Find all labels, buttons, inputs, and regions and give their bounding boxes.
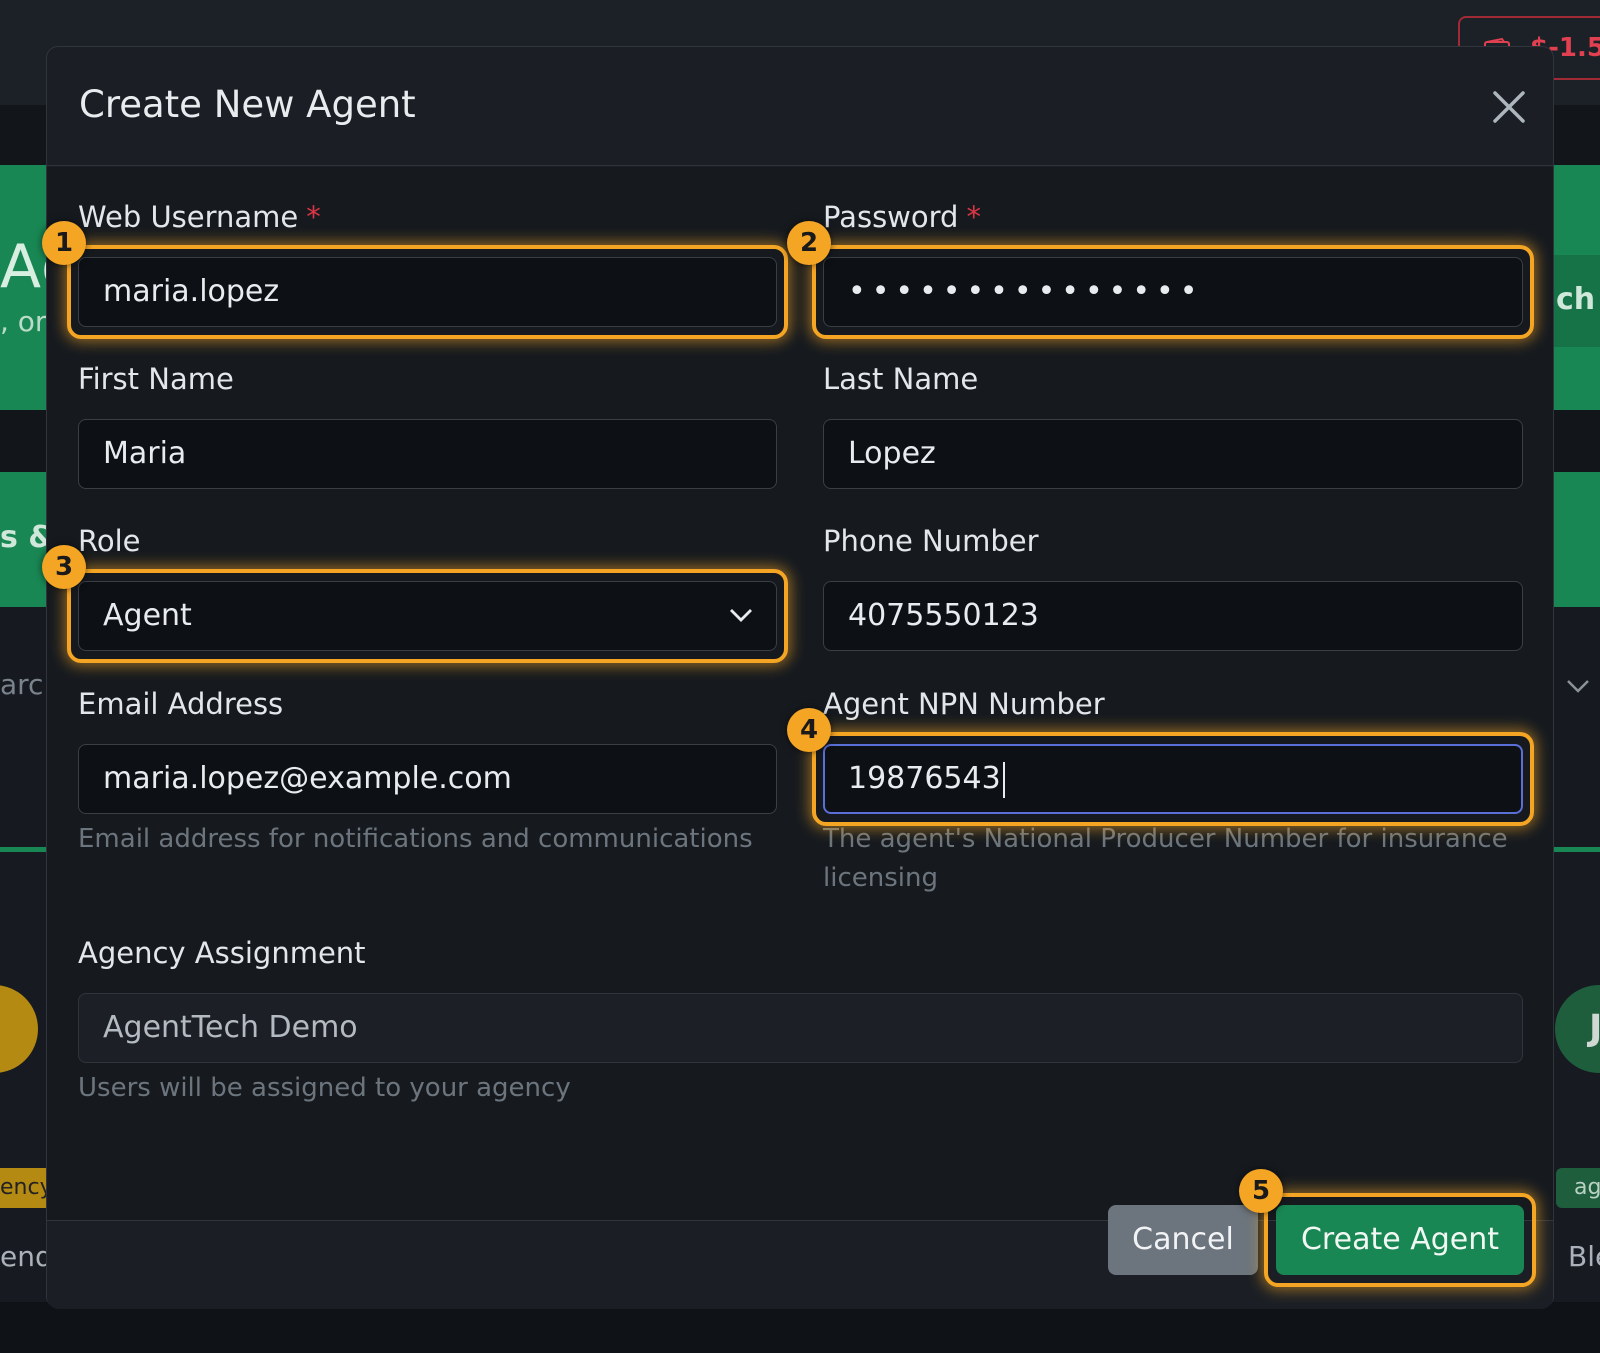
step-marker: 1: [42, 221, 86, 265]
phone-label: Phone Number: [823, 524, 1039, 558]
create-agent-button[interactable]: Create Agent: [1276, 1205, 1524, 1275]
agency-input: AgentTech Demo: [78, 993, 1523, 1063]
npn-input-value: 19876543: [848, 761, 1001, 796]
username-label: Web Username *: [78, 200, 321, 234]
password-label: Password *: [823, 200, 981, 234]
background-row-fragment-right: Ble: [1568, 1240, 1600, 1273]
role-label: Role: [78, 524, 141, 558]
role-select-value: Agent: [103, 598, 192, 633]
close-icon: [1493, 91, 1525, 123]
npn-help-text: The agent's National Producer Number for…: [823, 824, 1508, 893]
step-marker: 3: [42, 545, 86, 589]
background-bottom: [0, 1302, 1600, 1353]
email-help-text: Email address for notifications and comm…: [78, 824, 753, 854]
username-label-text: Web Username: [78, 200, 299, 234]
npn-input[interactable]: 19876543: [823, 744, 1523, 814]
chevron-down-icon: [1567, 680, 1589, 693]
text-cursor: [1002, 761, 1005, 798]
close-button[interactable]: [1487, 85, 1531, 129]
phone-input[interactable]: 4075550123: [823, 581, 1523, 651]
first-name-input[interactable]: Maria: [78, 419, 777, 489]
background-subtext-fragment: , or: [0, 305, 47, 338]
username-input[interactable]: maria.lopez: [78, 257, 777, 327]
cancel-button[interactable]: Cancel: [1108, 1205, 1258, 1275]
agency-label: Agency Assignment: [78, 936, 366, 970]
npn-label: Agent NPN Number: [823, 687, 1105, 721]
modal-title: Create New Agent: [79, 83, 416, 126]
password-input[interactable]: •••••••••••••••: [823, 257, 1523, 327]
last-name-input[interactable]: Lopez: [823, 419, 1523, 489]
background-button-fragment: ch I: [1556, 282, 1600, 317]
modal-header: Create New Agent: [47, 47, 1553, 166]
last-name-label: Last Name: [823, 362, 979, 396]
step-marker: 4: [787, 708, 831, 752]
email-input[interactable]: maria.lopez@example.com: [78, 744, 777, 814]
first-name-label: First Name: [78, 362, 234, 396]
step-marker: 5: [1239, 1169, 1283, 1213]
agency-help-text: Users will be assigned to your agency: [78, 1073, 571, 1103]
status-badge: ency: [0, 1168, 46, 1208]
chevron-down-icon: [730, 609, 752, 622]
status-badge: ag: [1556, 1168, 1600, 1208]
required-marker: *: [306, 200, 321, 234]
role-select[interactable]: Agent: [78, 581, 777, 651]
step-marker: 2: [787, 221, 831, 265]
required-marker: *: [966, 200, 981, 234]
password-label-text: Password: [823, 200, 959, 234]
email-label: Email Address: [78, 687, 284, 721]
